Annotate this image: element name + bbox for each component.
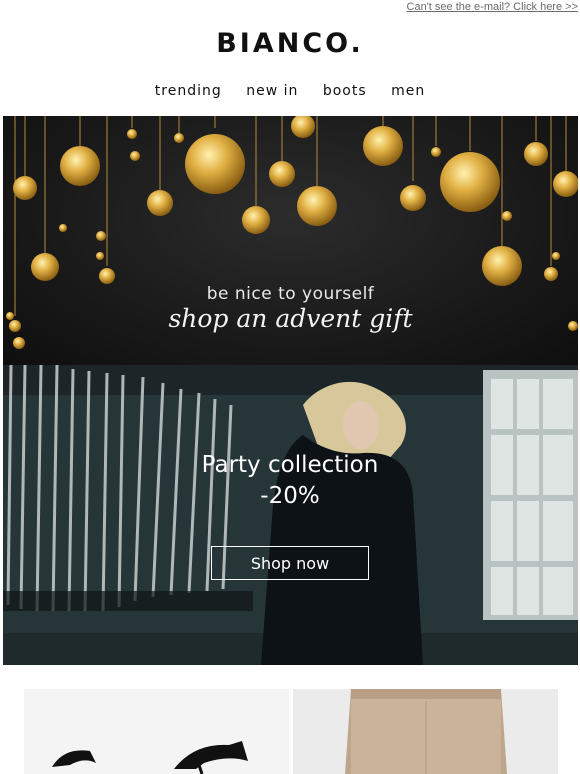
shoe-image xyxy=(52,741,248,774)
product-tile-shoes[interactable] xyxy=(24,689,289,774)
main-nav: trending new in boots men xyxy=(0,82,580,100)
shop-now-button[interactable]: Shop now xyxy=(211,546,369,580)
nav-item-new-in[interactable]: new in xyxy=(246,83,298,99)
nav-item-men[interactable]: men xyxy=(391,83,425,99)
advent-tagline: be nice to yourself xyxy=(206,284,375,304)
preheader-bar: Can't see the e-mail? Click here >> xyxy=(0,0,580,14)
party-photo-illustration xyxy=(3,365,578,665)
party-discount: -20% xyxy=(260,483,320,509)
brand-logo[interactable]: BIANCO. xyxy=(0,28,580,59)
party-title: Party collection xyxy=(201,452,379,478)
trousers-image xyxy=(345,689,507,774)
party-headline: Party collection -20% xyxy=(0,450,580,512)
nav-item-boots[interactable]: boots xyxy=(323,83,367,99)
nav-item-trending[interactable]: trending xyxy=(155,83,222,99)
view-in-browser-link[interactable]: Can't see the e-mail? Click here >> xyxy=(407,1,578,13)
party-banner[interactable] xyxy=(3,365,578,665)
product-tile-trousers[interactable] xyxy=(293,689,558,774)
advent-headline: shop an advent gift xyxy=(168,304,413,333)
